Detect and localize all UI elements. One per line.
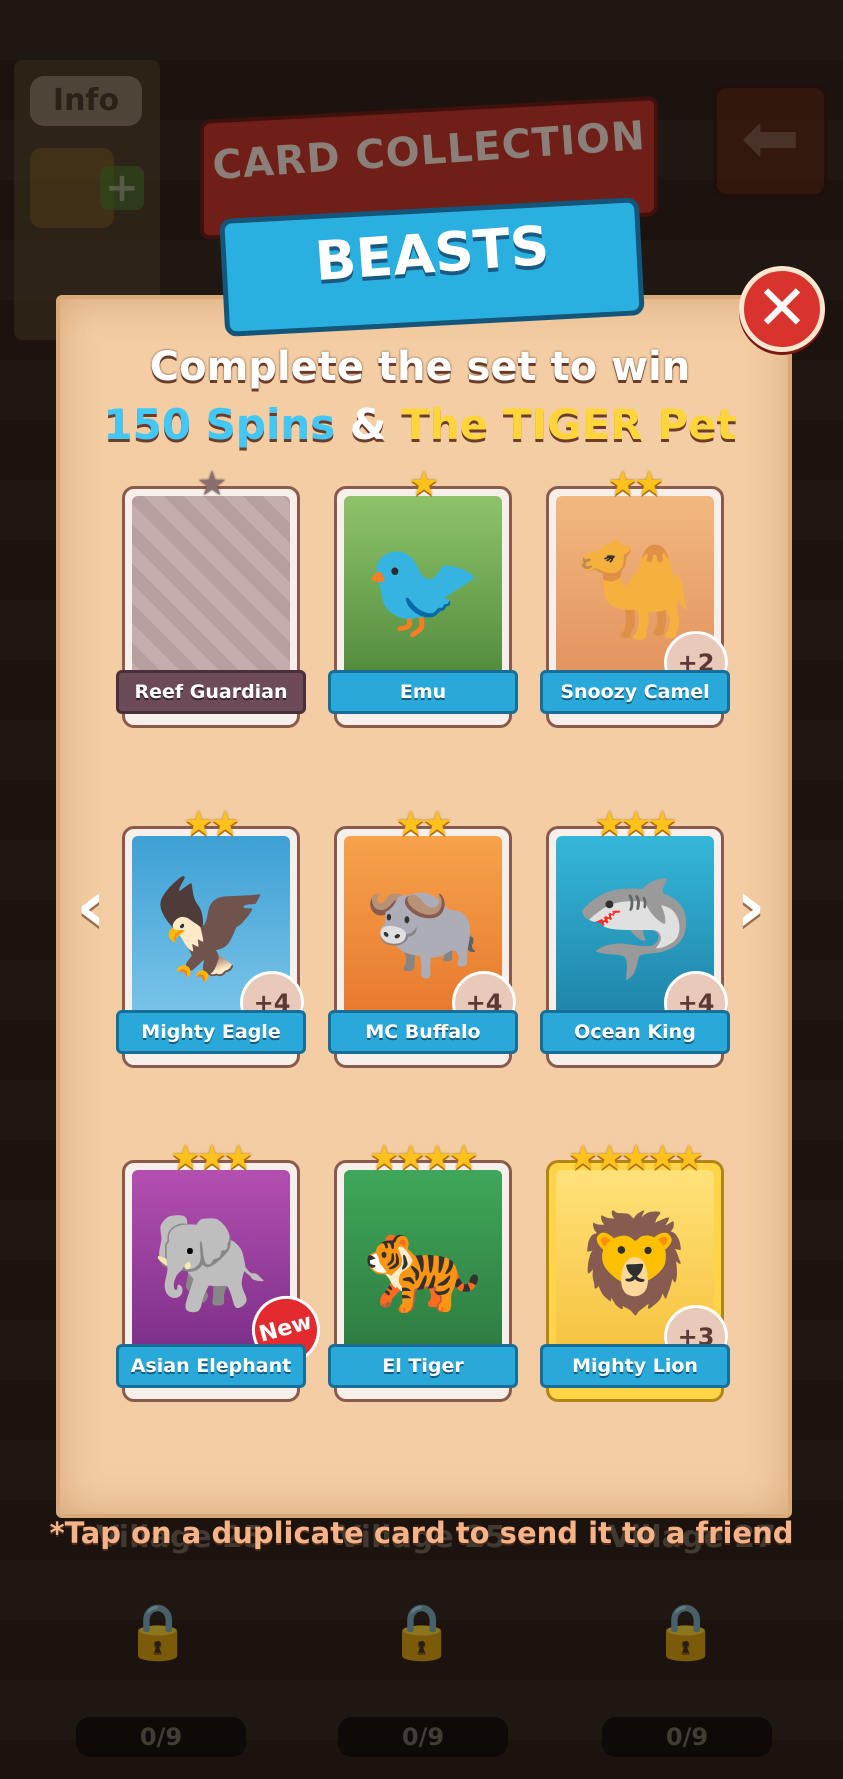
card-stars: ★★ <box>395 804 453 844</box>
card-stars: ★★★★★ <box>567 1138 704 1178</box>
tiger-art: 🐅 <box>344 1170 502 1356</box>
card-ocean-king[interactable]: 🦈 ★★★ +4 Ocean King <box>540 806 730 1070</box>
card-stars: ★ <box>196 464 227 504</box>
close-icon: ✕ <box>756 271 808 344</box>
next-set-arrow[interactable]: › <box>726 870 776 942</box>
card-reef-guardian[interactable]: ★ Reef Guardian <box>116 466 306 730</box>
card-mighty-eagle[interactable]: 🦅 ★★ +4 Mighty Eagle <box>116 806 306 1070</box>
card-stars: ★★★★ <box>369 1138 479 1178</box>
emu-art: 🐦 <box>344 496 502 682</box>
card-snoozy-camel[interactable]: 🐪 ★★ +2 Snoozy Camel <box>540 466 730 730</box>
card-name: MC Buffalo <box>328 1010 518 1054</box>
tiger-icon: 🐅 <box>363 1207 483 1319</box>
reward-line: 150 Spins & The TIGER Pet <box>56 400 784 449</box>
card-stars: ★★★ <box>594 804 677 844</box>
card-emu[interactable]: 🐦 ★ Emu <box>328 466 518 730</box>
card-stars: ★ <box>408 464 439 504</box>
card-mighty-lion[interactable]: 🦁 ★★★★★ +3 Mighty Lion <box>540 1140 730 1404</box>
close-button[interactable]: ✕ <box>739 266 825 352</box>
duplicate-tip: *Tap on a duplicate card to send it to a… <box>49 1516 794 1550</box>
card-stars: ★★★ <box>170 1138 253 1178</box>
reward-spins: 150 Spins <box>103 400 336 449</box>
card-el-tiger[interactable]: 🐅 ★★★★ El Tiger <box>328 1140 518 1404</box>
card-name: Asian Elephant <box>116 1344 306 1388</box>
chevron-right-icon: › <box>736 864 766 948</box>
card-mc-buffalo[interactable]: 🐃 ★★ +4 MC Buffalo <box>328 806 518 1070</box>
card-name: Snoozy Camel <box>540 670 730 714</box>
reward-amp: & <box>349 400 387 449</box>
card-name: El Tiger <box>328 1344 518 1388</box>
card-asian-elephant[interactable]: 🐘 ★★★ New Asian Elephant <box>116 1140 328 1404</box>
reward-pet: The TIGER Pet <box>401 400 737 449</box>
card-stars: ★★ <box>183 804 241 844</box>
card-name: Mighty Eagle <box>116 1010 306 1054</box>
card-name: Ocean King <box>540 1010 730 1054</box>
card-name: Mighty Lion <box>540 1344 730 1388</box>
prev-set-arrow[interactable]: ‹ <box>66 870 116 942</box>
card-name: Reef Guardian <box>116 670 306 714</box>
reward-headline: Complete the set to win <box>149 344 691 390</box>
card-art-locked <box>132 496 290 682</box>
chevron-left-icon: ‹ <box>76 864 106 948</box>
emu-icon: 🐦 <box>363 533 483 645</box>
card-stars: ★★ <box>607 464 665 504</box>
card-name: Emu <box>328 670 518 714</box>
